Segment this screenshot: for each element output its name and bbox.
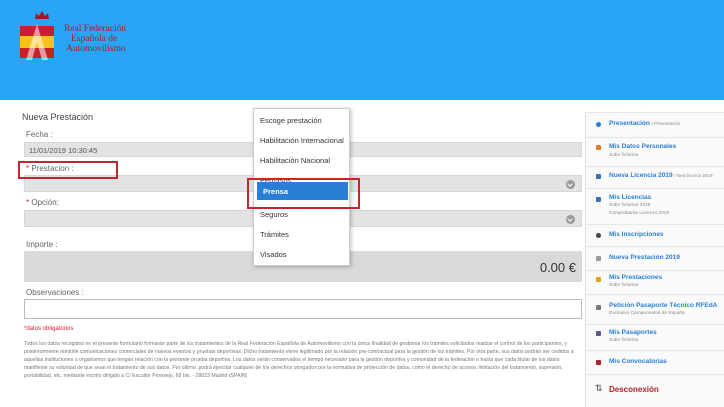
sidebar-item-label: Nueva Licencia 2019 / New licence 2019 (609, 172, 713, 179)
observaciones-label: Observaciones : (26, 288, 84, 297)
sidebar-item-label: Mis Convocatorias (609, 358, 667, 365)
logout-item[interactable]: ⇅ Desconexión (586, 374, 724, 407)
tools-icon (596, 305, 601, 310)
sidebar-item-datos-personales[interactable]: Mis Datos Personales Subir ficheros (586, 137, 724, 166)
fecha-label: Fecha : (26, 130, 53, 139)
dropdown-item[interactable]: Trámites (254, 225, 349, 243)
sidebar-item-label: Nueva Prestación 2019 (609, 254, 680, 261)
dropdown-item[interactable]: Visados (254, 245, 349, 263)
sidebar-item-label: Presentación / Presentación (609, 120, 681, 127)
sidebar-item-mis-convocatorias[interactable]: Mis Convocatorias (586, 350, 724, 374)
passport-icon (596, 331, 601, 336)
card-icon (596, 174, 601, 179)
dropdown-item[interactable]: Habilitación Nacional (254, 151, 349, 169)
page-title: Nueva Prestación (22, 112, 94, 122)
header-bar: Real Federación Española de Automovilism… (0, 0, 724, 100)
sidebar-item-nueva-licencia[interactable]: Nueva Licencia 2019 / New licence 2019 (586, 166, 724, 188)
sidebar-item-mis-inscripciones[interactable]: Mis Inscripciones (586, 224, 724, 246)
flag-icon (596, 360, 601, 365)
sidebar-item-sub: Subir ficheros (609, 153, 639, 158)
fecha-value: 11/01/2019 10:30:45 (29, 146, 98, 155)
prestacion-highlight (18, 161, 118, 179)
sidebar-item-sub: Comprobante Licencia 2019 (609, 211, 670, 216)
sidebar-item-sub: Subir ficheros (609, 338, 639, 343)
sidebar-item-label: Mis Inscripciones (609, 231, 664, 238)
sidebar-item-sub: Subir ficheros 2019 (609, 203, 651, 208)
sidebar-item-mis-pasaportes[interactable]: Mis Pasaportes Subir ficheros (586, 324, 724, 350)
user-icon (596, 145, 601, 150)
sidebar-item-label: Mis Prestaciones (609, 274, 663, 281)
id-card-icon (596, 197, 601, 202)
rfea-logo[interactable]: Real Federación Española de Automovilism… (20, 10, 138, 72)
steering-wheel-icon (596, 233, 601, 238)
flag-a-logo-icon (20, 24, 54, 60)
required-note: *datos obligatorios (24, 326, 74, 332)
sidebar-item-presentacion[interactable]: Presentación / Presentación (586, 112, 724, 137)
legal-text: Todos los datos recogidos en el presente… (24, 341, 574, 379)
sidebar-item-label: Mis Licencias (609, 194, 652, 201)
logout-label: Desconexión (609, 385, 659, 394)
sidebar: Presentación / Presentación Mis Datos Pe… (585, 112, 724, 407)
observaciones-textarea[interactable] (24, 299, 582, 319)
sidebar-item-mis-prestaciones[interactable]: Mis Prestaciones Subir ficheros (586, 270, 724, 294)
sidebar-item-mis-licencias[interactable]: Mis Licencias Subir ficheros 2019 Compro… (586, 188, 724, 224)
prensa-highlight (247, 178, 360, 209)
globe-icon (596, 122, 601, 127)
crown-icon (35, 11, 49, 19)
document-icon (596, 256, 601, 261)
sidebar-item-peticion-pasaporte[interactable]: Petición Pasaporte Técnico RFEdA Exclusi… (586, 294, 724, 324)
chevron-down-icon (566, 215, 575, 224)
sidebar-item-nueva-prestacion[interactable]: Nueva Prestación 2019 (586, 246, 724, 270)
importe-value: 0.00 € (539, 260, 576, 275)
dropdown-item[interactable]: Habilitación Internacional (254, 131, 349, 149)
importe-label: Importe : (26, 240, 58, 249)
opcion-label: * Opción: (26, 198, 59, 207)
sidebar-item-label: Petición Pasaporte Técnico RFEdA (609, 302, 718, 309)
dropdown-item[interactable]: Escoge prestación (254, 111, 349, 129)
logout-icon: ⇅ (595, 383, 603, 393)
folder-icon (596, 277, 601, 282)
sidebar-item-sub: Subir ficheros (609, 283, 639, 288)
brand-name: Real Federación Española de Automovilism… (64, 24, 126, 54)
chevron-down-icon (566, 180, 575, 189)
sidebar-item-label: Mis Pasaportes (609, 329, 657, 336)
sidebar-item-label: Mis Datos Personales (609, 143, 677, 150)
sidebar-item-sub: Exclusivo Campeonatos de España (609, 311, 685, 316)
